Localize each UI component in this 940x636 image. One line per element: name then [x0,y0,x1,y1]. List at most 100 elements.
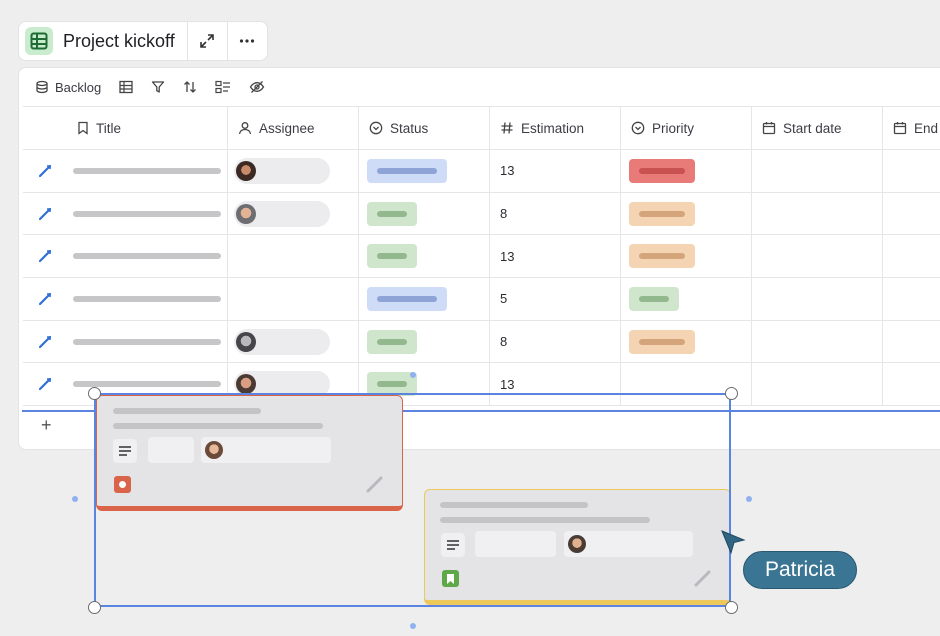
expand-button[interactable] [186,22,227,60]
end-date-cell[interactable] [883,363,940,405]
resize-handle-bottom-right[interactable] [725,601,738,614]
avatar [236,160,256,181]
column-label: Start date [783,120,842,136]
column-header-status[interactable]: Status [359,107,490,149]
priority-chip[interactable] [629,286,679,311]
filter-button[interactable] [151,80,165,94]
column-header-start-date[interactable]: Start date [752,107,883,149]
status-cell[interactable] [359,150,490,192]
avatar [236,331,256,352]
group-button[interactable] [215,80,231,94]
title-cell[interactable] [67,320,228,363]
priority-cell[interactable] [621,320,752,363]
start-date-cell[interactable] [752,150,883,192]
expand-icon [200,34,215,48]
start-date-cell[interactable] [752,320,883,363]
assignee-pill[interactable] [234,328,330,355]
start-date-cell[interactable] [752,363,883,406]
priority-chip[interactable] [629,244,695,269]
row-type-cell [23,150,67,192]
title-cell[interactable] [67,192,228,235]
priority-chip[interactable] [629,158,695,183]
connector-dot-right[interactable] [746,496,752,502]
assignee-cell[interactable] [228,235,359,278]
estimation-cell[interactable]: 13 [490,150,621,192]
column-label: Title [96,120,122,136]
start-date-cell[interactable] [752,192,883,235]
priority-cell[interactable] [621,150,752,192]
bookmark-icon [78,121,88,135]
column-header-estimation[interactable]: Estimation [490,107,621,149]
table-row[interactable]: 8 [23,191,940,235]
priority-chip[interactable] [629,329,695,354]
database-icon [36,80,48,94]
priority-chip[interactable] [629,201,695,226]
estimation-cell[interactable]: 8 [490,192,621,235]
document-title[interactable]: Project kickoff [19,22,187,60]
priority-bar [639,338,685,345]
assignee-cell[interactable] [228,150,359,192]
status-chip[interactable] [367,329,417,354]
more-button[interactable] [226,22,267,60]
status-chip[interactable] [367,244,417,269]
priority-bar [639,295,669,302]
end-date-cell[interactable] [883,321,940,363]
column-header-title[interactable]: Title [67,107,228,149]
hide-fields-button[interactable] [249,80,265,94]
status-cell[interactable] [359,278,490,320]
title-cell[interactable] [67,235,228,278]
priority-cell[interactable] [621,278,752,320]
priority-cell[interactable] [621,192,752,235]
status-chip[interactable] [367,201,417,226]
assignee-pill[interactable] [234,157,330,184]
resize-handle-top-right[interactable] [725,387,738,400]
view-selector[interactable]: Backlog [35,80,101,95]
status-cell[interactable] [359,192,490,235]
status-chip[interactable] [367,286,447,311]
end-date-cell[interactable] [883,150,940,192]
table-icon [119,80,133,94]
resize-handle-top-left[interactable] [88,387,101,400]
title-cell[interactable] [67,278,228,320]
sort-icon [184,81,197,93]
resize-handle-bottom-left[interactable] [88,601,101,614]
column-header-priority[interactable]: Priority [621,107,752,149]
title-cell[interactable] [67,150,228,192]
end-date-cell[interactable] [883,235,940,277]
assignee-cell[interactable] [228,278,359,320]
start-date-cell[interactable] [752,278,883,320]
start-date-cell[interactable] [752,235,883,278]
hash-icon [501,122,513,134]
estimation-cell[interactable]: 8 [490,320,621,363]
priority-cell[interactable] [621,235,752,278]
connector-dot-bottom[interactable] [410,623,416,629]
status-bar [377,381,407,388]
row-type-cell [23,321,67,363]
table-row[interactable]: 13 [23,234,940,278]
connector-dot-left[interactable] [72,496,78,502]
estimation-cell[interactable]: 5 [490,278,621,320]
collaborator-cursor-icon [721,530,746,555]
table-row[interactable]: 8 [23,319,940,363]
table-row[interactable]: 5 [23,277,940,320]
status-cell[interactable] [359,235,490,278]
end-date-cell[interactable] [883,193,940,235]
table-view-button[interactable] [119,80,133,94]
status-cell[interactable] [359,320,490,363]
assignee-pill[interactable] [234,200,330,227]
connector-dot-top[interactable] [410,372,416,378]
column-header-assignee[interactable]: Assignee [228,107,359,149]
table-row[interactable]: 13 [23,149,940,192]
estimation-cell[interactable]: 13 [490,235,621,278]
selection-box[interactable] [94,393,731,607]
priority-bar [639,253,685,260]
end-date-cell[interactable] [883,278,940,320]
assignee-cell[interactable] [228,320,359,363]
sort-button[interactable] [183,80,197,94]
status-bar [377,338,407,345]
assignee-cell[interactable] [228,192,359,235]
status-chip[interactable] [367,158,447,183]
column-header-end-date[interactable]: End d [883,107,940,149]
spreadsheet-icon [25,27,53,55]
title-placeholder [73,167,221,174]
